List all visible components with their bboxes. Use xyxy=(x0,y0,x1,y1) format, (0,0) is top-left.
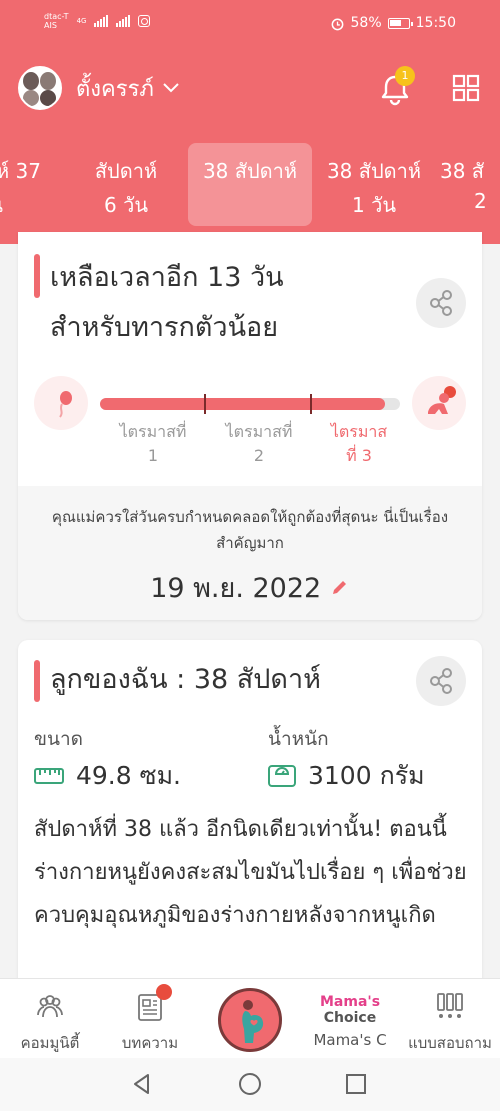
status-right: 58% 15:50 xyxy=(330,15,456,31)
share-icon xyxy=(430,668,452,694)
size-value: 49.8 ซม. xyxy=(76,761,182,790)
back-icon[interactable] xyxy=(130,1072,154,1096)
nav-survey[interactable]: แบบสอบถาม xyxy=(400,979,500,1059)
timeline-tick xyxy=(310,394,312,414)
week-tab-label: 38 สัปดาห์ xyxy=(202,159,298,183)
baby-crawling-icon xyxy=(412,376,466,430)
status-left: dtac-T AIS 4G xyxy=(44,12,151,30)
battery-percent: 58% xyxy=(350,15,382,31)
week-tab-active[interactable]: 38 สัปดาห์ xyxy=(188,143,312,226)
app-header: dtac-T AIS 4G 58% 15:50 ตั้งครรภ์ 1 ห์ 3… xyxy=(0,0,500,244)
size-stat: 49.8 ซม. xyxy=(34,756,181,796)
week-tab-sublabel: 6 วัน xyxy=(104,193,148,217)
week-tab-sublabel: 1 วัน xyxy=(352,193,396,217)
survey-icon xyxy=(437,993,463,1018)
articles-badge-dot xyxy=(156,984,172,1000)
avatar xyxy=(18,66,62,110)
battery-icon xyxy=(387,17,413,29)
notification-badge: 1 xyxy=(395,66,415,86)
weight-label: น้ำหนัก xyxy=(268,728,329,750)
signal-icon xyxy=(94,15,109,27)
week-tab-label: สัปดาห์ xyxy=(94,159,158,183)
card-accent-bar xyxy=(34,254,40,298)
community-icon xyxy=(37,995,63,1018)
week-tab-label: 38 สัปดาห์ xyxy=(326,159,422,183)
home-icon[interactable] xyxy=(238,1072,262,1096)
trimester-label-number: 2 xyxy=(253,446,265,465)
week-tab[interactable]: 38 สัปดาห์ 1 วัน xyxy=(312,143,436,227)
nav-mamas-label: Mama's C xyxy=(313,1031,387,1049)
carrier-info: dtac-T AIS xyxy=(44,12,69,30)
pregnant-mother-icon xyxy=(242,1000,264,1043)
carrier-name: dtac-T xyxy=(44,12,69,21)
carrier-name-2: AIS xyxy=(44,21,57,30)
week-tab-label: 38 สั xyxy=(440,159,485,183)
week-tab[interactable]: 38 สั 2 xyxy=(440,143,500,227)
share-button[interactable] xyxy=(416,656,466,706)
week-selector: ปดาห์ 37 วัน สัปดาห์ 6 วัน 38 สัปดาห์ 38… xyxy=(0,143,500,227)
trimester-label-text: ไตรมาสที่ xyxy=(119,422,187,441)
mamas-logo-line1: Mama's xyxy=(320,994,381,1010)
baby-description: สัปดาห์ที่ 38 แล้ว อีกนิดเดียวเท่านั้น! … xyxy=(34,817,467,928)
trimester-3-label: ไตรมาส ที่ 3 xyxy=(314,420,404,468)
due-date-section: คุณแม่ควรใส่วันครบกำหนดคลอดให้ถูกต้องที่… xyxy=(18,486,482,620)
trimester-label-number: ที่ 3 xyxy=(346,446,372,465)
nav-survey-label: แบบสอบถาม xyxy=(408,1034,492,1052)
weight-value: 3100 กรัม xyxy=(308,761,425,790)
signal-icon-2 xyxy=(116,15,131,27)
week-tab-label: ปดาห์ 37 xyxy=(0,159,41,183)
nav-community[interactable]: คอมมูนิตี้ xyxy=(0,979,100,1059)
card-accent-bar xyxy=(34,660,40,702)
due-date-row[interactable]: 19 พ.ย. 2022 xyxy=(18,566,482,609)
weight-stat: 3100 กรัม xyxy=(268,756,425,796)
nav-articles[interactable]: บทความ xyxy=(100,979,200,1059)
timeline-progress xyxy=(100,398,385,410)
ruler-icon xyxy=(34,768,64,784)
scale-icon xyxy=(268,765,296,787)
chevron-down-icon xyxy=(162,79,180,98)
share-button[interactable] xyxy=(416,278,466,328)
countdown-card: เหลือเวลาอีก 13 วัน สำหรับทารกตัวน้อย ไต… xyxy=(18,232,482,620)
grid-menu-icon[interactable] xyxy=(452,74,480,102)
pregnancy-home-button[interactable] xyxy=(218,988,282,1052)
trimester-label-text: ไตรมาสที่ xyxy=(225,422,293,441)
size-label: ขนาด xyxy=(34,728,83,750)
due-date-note: คุณแม่ควรใส่วันครบกำหนดคลอดให้ถูกต้องที่… xyxy=(51,508,449,552)
share-icon xyxy=(430,290,452,316)
week-tab[interactable]: สัปดาห์ 6 วัน xyxy=(64,143,188,227)
recents-icon[interactable] xyxy=(344,1072,368,1096)
trimester-label-number: 1 xyxy=(147,446,159,465)
timeline-tick xyxy=(204,394,206,414)
week-tab-sublabel: วัน xyxy=(0,189,62,221)
week-tab-sublabel: 2 xyxy=(474,189,487,213)
instagram-icon xyxy=(138,15,151,27)
pencil-icon[interactable] xyxy=(330,578,350,602)
alarm-icon xyxy=(331,18,343,30)
countdown-subtitle: สำหรับทารกตัวน้อย xyxy=(50,312,279,343)
due-date-value: 19 พ.ย. 2022 xyxy=(150,573,322,604)
trimester-label-text: ไตรมาส xyxy=(330,422,388,441)
baby-card-title: ลูกของฉัน : 38 สัปดาห์ xyxy=(50,664,321,695)
status-bar: dtac-T AIS 4G 58% 15:50 xyxy=(0,0,500,48)
nav-articles-label: บทความ xyxy=(121,1034,179,1052)
baby-info-card: ลูกของฉัน : 38 สัปดาห์ ขนาด 49.8 ซม. น้ำ… xyxy=(18,640,482,1000)
sperm-icon xyxy=(34,376,88,430)
network-type: 4G xyxy=(76,17,87,25)
countdown-title: เหลือเวลาอีก 13 วัน xyxy=(50,262,284,293)
clock: 15:50 xyxy=(415,15,456,31)
trimester-2-label: ไตรมาสที่ 2 xyxy=(214,420,304,468)
week-tab[interactable]: ปดาห์ 37 วัน xyxy=(0,143,62,227)
profile-switcher[interactable]: ตั้งครรภ์ xyxy=(18,66,180,110)
system-nav-bar xyxy=(0,1058,500,1111)
pregnancy-timeline xyxy=(100,394,400,414)
mamas-logo-line2: Choice xyxy=(323,1010,377,1026)
trimester-1-label: ไตรมาสที่ 1 xyxy=(108,420,198,468)
mamas-choice-logo[interactable]: Mama's Choice xyxy=(320,994,380,1026)
nav-community-label: คอมมูนิตี้ xyxy=(20,1034,80,1052)
profile-name: ตั้งครรภ์ xyxy=(76,76,154,102)
